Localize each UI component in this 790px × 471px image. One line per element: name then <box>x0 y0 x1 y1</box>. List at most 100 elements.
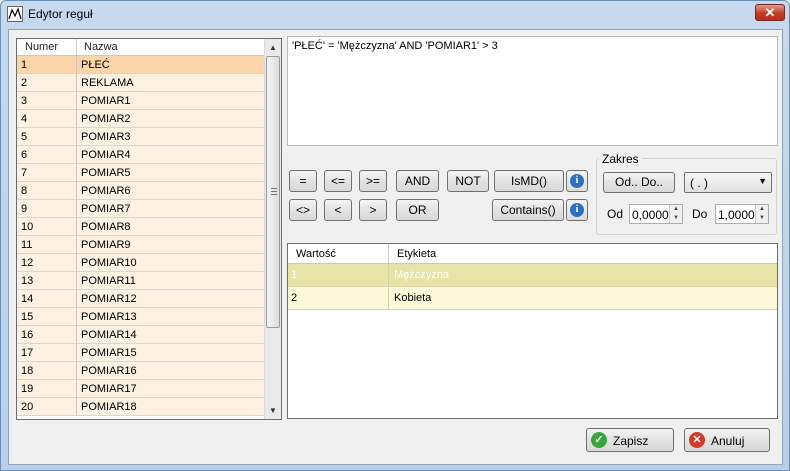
dialog-body: Numer Nazwa 1 PŁEĆ 2 REKLAMA 3 POMIAR1 4 POMIAR… <box>8 29 783 465</box>
less-than-button[interactable]: < <box>324 199 352 221</box>
column-header-number[interactable]: Numer <box>25 41 58 53</box>
table-row[interactable]: 9 POMIAR7 <box>17 200 264 218</box>
values-grid: Wartość Etykieta 1 Mężczyzna 2 Kobieta <box>287 243 778 419</box>
table-row[interactable]: 3 POMIAR1 <box>17 92 264 110</box>
variables-grid: Numer Nazwa 1 PŁEĆ 2 REKLAMA 3 POMIAR1 4 POMIAR… <box>16 38 282 420</box>
row-name: POMIAR14 <box>81 329 137 341</box>
contains-info-button[interactable]: i <box>566 199 588 221</box>
value-cell: 1 <box>291 269 298 281</box>
from-label: Od <box>607 207 624 221</box>
row-name: POMIAR9 <box>81 239 131 251</box>
values-grid-header: Wartość Etykieta <box>288 244 777 264</box>
or-button[interactable]: OR <box>396 199 439 221</box>
row-number: 15 <box>21 311 34 323</box>
column-header-name[interactable]: Nazwa <box>84 41 118 53</box>
row-name: POMIAR4 <box>81 149 131 161</box>
table-row[interactable]: 16 POMIAR14 <box>17 326 264 344</box>
to-value[interactable]: 1,0000 <box>718 208 755 222</box>
table-row[interactable]: 1 Mężczyzna <box>288 264 777 287</box>
table-row[interactable]: 5 POMIAR3 <box>17 128 264 146</box>
table-row[interactable]: 12 POMIAR10 <box>17 254 264 272</box>
table-row[interactable]: 13 POMIAR11 <box>17 272 264 290</box>
from-to-button[interactable]: Od.. Do.. <box>603 172 675 193</box>
to-stepper[interactable]: 1,0000 ▲ ▼ <box>715 204 769 224</box>
row-number: 13 <box>21 275 34 287</box>
row-name: POMIAR5 <box>81 167 131 179</box>
row-number: 10 <box>21 221 34 233</box>
row-number: 20 <box>21 401 34 413</box>
column-header-value[interactable]: Wartość <box>296 248 336 260</box>
table-row[interactable]: 18 POMIAR16 <box>17 362 264 380</box>
table-row[interactable]: 8 POMIAR6 <box>17 182 264 200</box>
chevron-down-icon: ▼ <box>758 176 767 186</box>
table-row[interactable]: 4 POMIAR2 <box>17 110 264 128</box>
scrollbar-thumb[interactable] <box>266 56 280 328</box>
row-name: POMIAR18 <box>81 401 137 413</box>
column-header-label[interactable]: Etykieta <box>397 248 436 260</box>
from-spin-buttons[interactable]: ▲ ▼ <box>669 205 682 223</box>
window-title: Edytor reguł <box>28 7 93 21</box>
variables-grid-header: Numer Nazwa <box>17 39 264 56</box>
row-name: POMIAR3 <box>81 131 131 143</box>
value-cell: 2 <box>291 292 298 304</box>
greater-than-button[interactable]: > <box>359 199 387 221</box>
table-row[interactable]: 10 POMIAR8 <box>17 218 264 236</box>
row-name: PŁEĆ <box>81 59 110 71</box>
contains-button[interactable]: Contains() <box>492 199 564 221</box>
from-value[interactable]: 0,0000 <box>632 208 669 222</box>
greater-equal-button[interactable]: >= <box>359 170 387 192</box>
expression-editor[interactable]: 'PŁEĆ' = 'Mężczyzna' AND 'POMIAR1' > 3 <box>287 36 778 146</box>
row-name: POMIAR16 <box>81 365 137 377</box>
save-button[interactable]: ✓ Zapisz <box>586 428 674 452</box>
row-name: POMIAR15 <box>81 347 137 359</box>
to-spin-buttons[interactable]: ▲ ▼ <box>755 205 768 223</box>
row-name: POMIAR6 <box>81 185 131 197</box>
ismd-info-button[interactable]: i <box>566 170 588 192</box>
title-bar: Edytor reguł ✕ <box>1 1 789 27</box>
table-row[interactable]: 15 POMIAR13 <box>17 308 264 326</box>
row-name: POMIAR11 <box>81 275 136 287</box>
row-number: 18 <box>21 365 34 377</box>
table-row[interactable]: 6 POMIAR4 <box>17 146 264 164</box>
scroll-up-arrow-icon[interactable]: ▲ <box>265 39 281 56</box>
equals-button[interactable]: = <box>289 170 317 192</box>
interval-type-value: ( . ) <box>690 176 708 190</box>
range-group-label: Zakres <box>599 152 642 166</box>
table-row[interactable]: 20 POMIAR18 <box>17 398 264 416</box>
table-row[interactable]: 11 POMIAR9 <box>17 236 264 254</box>
from-stepper[interactable]: 0,0000 ▲ ▼ <box>629 204 683 224</box>
less-equal-button[interactable]: <= <box>324 170 352 192</box>
ismd-button[interactable]: IsMD() <box>494 170 564 192</box>
close-button[interactable]: ✕ <box>755 4 785 21</box>
vertical-scrollbar[interactable]: ▲ ▼ <box>264 39 281 419</box>
table-row[interactable]: 19 POMIAR17 <box>17 380 264 398</box>
row-number: 3 <box>21 95 28 107</box>
row-number: 17 <box>21 347 34 359</box>
variables-rows: 1 PŁEĆ 2 REKLAMA 3 POMIAR1 4 POMIAR2 5 POMIAR3 6 PO… <box>17 56 264 416</box>
scroll-down-arrow-icon[interactable]: ▼ <box>265 402 281 419</box>
row-number: 9 <box>21 203 28 215</box>
row-number: 16 <box>21 329 34 341</box>
row-number: 8 <box>21 185 28 197</box>
row-name: REKLAMA <box>81 77 134 89</box>
row-number: 11 <box>21 239 33 251</box>
table-row[interactable]: 2 Kobieta <box>288 287 777 310</box>
not-equal-button[interactable]: <> <box>289 199 317 221</box>
checkmark-icon: ✓ <box>591 432 607 448</box>
table-row[interactable]: 2 REKLAMA <box>17 74 264 92</box>
cancel-button[interactable]: ✕ Anuluj <box>684 428 770 452</box>
cancel-x-icon: ✕ <box>689 432 705 448</box>
row-number: 5 <box>21 131 28 143</box>
and-button[interactable]: AND <box>396 170 439 192</box>
table-row[interactable]: 7 POMIAR5 <box>17 164 264 182</box>
table-row[interactable]: 1 PŁEĆ <box>17 56 264 74</box>
table-row[interactable]: 17 POMIAR15 <box>17 344 264 362</box>
table-row[interactable]: 14 POMIAR12 <box>17 290 264 308</box>
row-name: POMIAR1 <box>81 95 131 107</box>
row-number: 1 <box>21 59 28 71</box>
interval-type-select[interactable]: ( . ) ▼ <box>684 172 772 193</box>
values-rows: 1 Mężczyzna 2 Kobieta <box>288 264 777 310</box>
app-icon <box>7 6 23 22</box>
not-button[interactable]: NOT <box>447 170 489 192</box>
label-cell: Mężczyzna <box>394 269 450 281</box>
